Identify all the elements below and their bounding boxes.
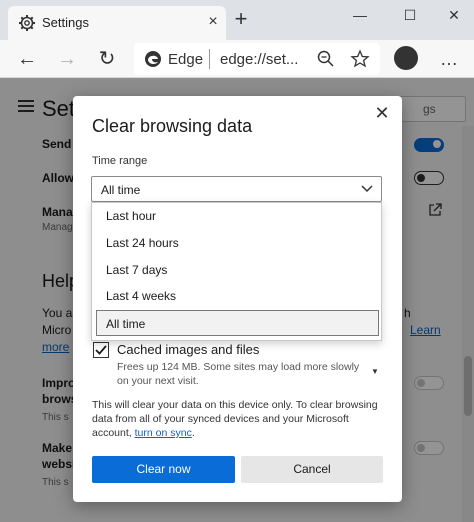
time-range-dropdown: Last hour Last 24 hours Last 7 days Last… bbox=[91, 202, 382, 341]
dialog-title: Clear browsing data bbox=[92, 116, 253, 136]
address-url[interactable]: edge://set... bbox=[220, 51, 298, 68]
minimize-button[interactable]: — bbox=[346, 4, 374, 26]
time-range-label: Time range bbox=[92, 155, 148, 167]
address-bar[interactable]: Edge edge://set... bbox=[134, 43, 380, 75]
address-brand: Edge bbox=[168, 51, 204, 68]
time-range-option-selected[interactable]: All time bbox=[96, 310, 379, 336]
time-range-option[interactable]: Last hour bbox=[92, 203, 381, 229]
clear-browsing-data-dialog: Clear browsing data ✕ Time range All tim… bbox=[73, 96, 402, 502]
zoom-icon[interactable] bbox=[316, 49, 336, 69]
new-tab-button[interactable]: + bbox=[230, 8, 252, 31]
time-range-option[interactable]: Last 4 weeks bbox=[92, 283, 381, 309]
time-range-option[interactable]: Last 24 hours bbox=[92, 230, 381, 256]
tab-settings[interactable]: Settings × bbox=[8, 6, 226, 40]
clear-now-button[interactable]: Clear now bbox=[92, 456, 235, 483]
title-bar: Settings × + — ☐ ✕ bbox=[0, 0, 474, 40]
profile-avatar[interactable] bbox=[394, 46, 418, 70]
address-divider bbox=[209, 49, 210, 69]
turn-on-sync-link[interactable]: turn on sync bbox=[135, 427, 192, 439]
gear-icon bbox=[19, 15, 35, 31]
cancel-button[interactable]: Cancel bbox=[241, 456, 383, 483]
checkmark-icon bbox=[95, 345, 107, 355]
close-tab-icon[interactable]: × bbox=[204, 13, 222, 31]
time-range-option[interactable]: Last 7 days bbox=[92, 257, 381, 283]
edge-logo-icon bbox=[145, 51, 161, 67]
options-list-scrollbar[interactable]: ▼ bbox=[369, 336, 381, 382]
forward-button[interactable]: → bbox=[54, 46, 80, 72]
clear-data-info: This will clear your data on this device… bbox=[92, 398, 388, 440]
time-range-value: All time bbox=[101, 183, 141, 197]
scroll-down-arrow-icon[interactable]: ▼ bbox=[369, 366, 381, 378]
close-window-button[interactable]: ✕ bbox=[440, 4, 468, 26]
back-button[interactable]: ← bbox=[14, 46, 40, 72]
more-menu-button[interactable]: … bbox=[436, 46, 462, 72]
cached-images-checkbox[interactable] bbox=[93, 342, 109, 358]
cached-images-label: Cached images and files bbox=[117, 342, 260, 357]
toolbar: ← → ↻ Edge edge://set... … bbox=[0, 40, 474, 78]
info-end: . bbox=[191, 427, 195, 439]
favorite-star-icon[interactable] bbox=[350, 49, 370, 69]
refresh-button[interactable]: ↻ bbox=[94, 46, 120, 72]
maximize-button[interactable]: ☐ bbox=[396, 4, 424, 26]
tab-title: Settings bbox=[42, 15, 89, 30]
time-range-select[interactable]: All time bbox=[91, 176, 382, 202]
close-icon[interactable]: ✕ bbox=[371, 102, 393, 124]
cached-images-description: Frees up 124 MB. Some sites may load mor… bbox=[117, 361, 360, 387]
chevron-down-icon bbox=[361, 185, 373, 193]
